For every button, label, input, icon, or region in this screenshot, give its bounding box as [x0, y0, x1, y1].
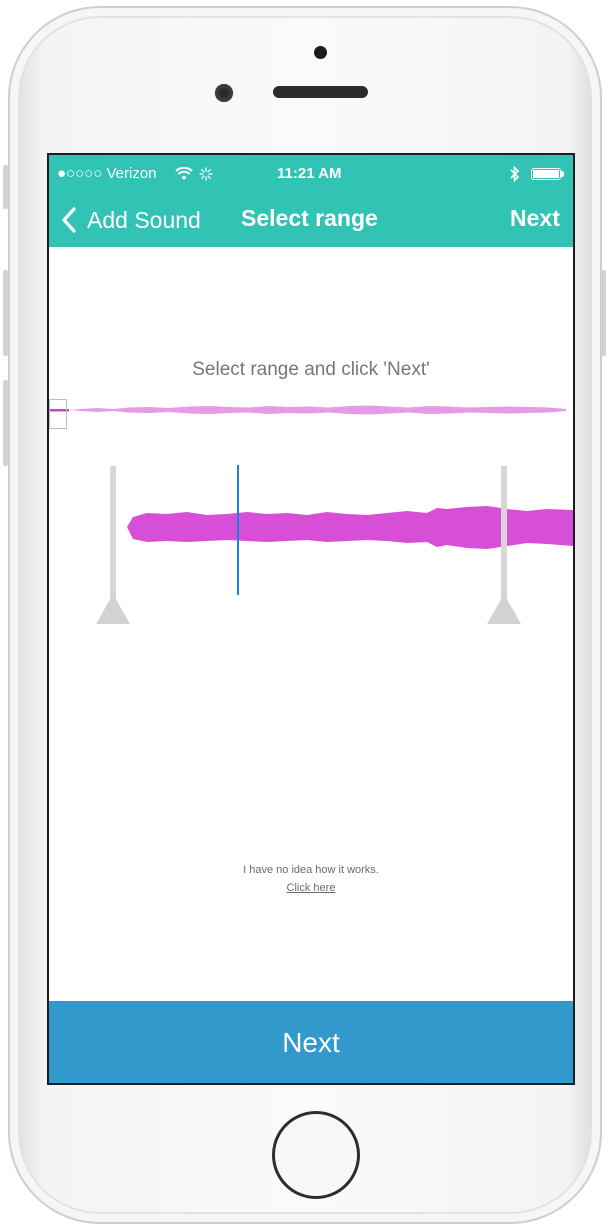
instruction-text: Select range and click 'Next' [192, 359, 430, 380]
volume-down-button [3, 380, 8, 466]
status-time: 11:21 AM [277, 165, 342, 182]
app-screen: ●○○○○ Verizon 11:21 AM Add Sound Select … [47, 153, 575, 1085]
front-camera [215, 84, 233, 102]
page-title: Select range [241, 205, 378, 231]
overview-selection-box[interactable] [49, 399, 67, 429]
carrier-label: ●○○○○ Verizon [57, 165, 157, 182]
range-start-handle[interactable] [96, 466, 130, 630]
back-button[interactable]: Add Sound [61, 205, 201, 235]
battery-tip [561, 171, 564, 177]
wifi-icon [175, 167, 193, 180]
power-button [601, 270, 606, 356]
range-start-handle-stem [110, 466, 116, 606]
home-button[interactable] [272, 1111, 360, 1199]
next-button[interactable]: Next [49, 1001, 573, 1083]
range-end-handle[interactable] [487, 466, 521, 630]
range-end-handle-base [487, 594, 521, 624]
bluetooth-icon [510, 165, 520, 183]
battery-icon [531, 168, 561, 180]
volume-up-button [3, 270, 8, 356]
activity-spinner-icon [199, 167, 213, 181]
range-end-handle-stem [501, 466, 507, 606]
chevron-left-icon [62, 207, 76, 233]
playhead-cursor[interactable] [237, 465, 239, 595]
nav-next-button[interactable]: Next [510, 205, 560, 232]
earpiece-speaker [273, 86, 368, 98]
range-start-handle-base [96, 594, 130, 624]
proximity-sensor [314, 46, 327, 59]
help-link[interactable]: Click here [49, 882, 573, 894]
status-bar: ●○○○○ Verizon 11:21 AM [49, 155, 573, 195]
back-button-label: Add Sound [87, 206, 201, 233]
mute-switch [3, 165, 8, 209]
help-text: I have no idea how it works. [243, 864, 379, 876]
navigation-bar: Add Sound Select range Next [49, 195, 573, 247]
waveform-overview[interactable] [49, 399, 573, 421]
